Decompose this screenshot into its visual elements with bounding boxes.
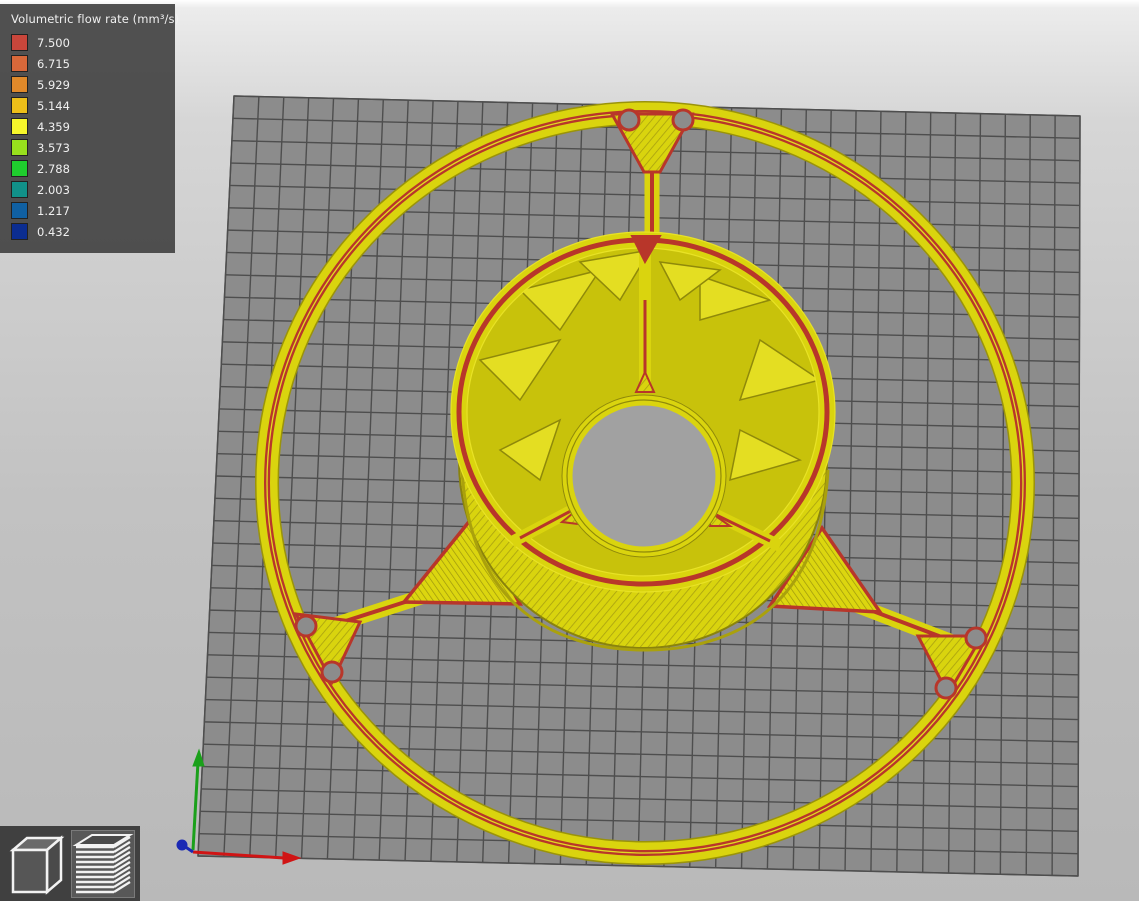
legend-color-swatch — [11, 55, 28, 72]
legend-color-swatch — [11, 139, 28, 156]
3d-view-button[interactable] — [3, 830, 67, 898]
legend-value: 4.359 — [37, 119, 70, 134]
legend-item: 0.432 — [11, 221, 175, 242]
legend-value: 1.217 — [37, 203, 70, 218]
legend-color-swatch — [11, 97, 28, 114]
legend-item: 3.573 — [11, 137, 175, 158]
layers-stack-icon — [72, 834, 134, 894]
legend-color-swatch — [11, 223, 28, 240]
legend-color-swatch — [11, 160, 28, 177]
legend-value: 6.715 — [37, 56, 70, 71]
legend-item: 1.217 — [11, 200, 175, 221]
legend-value: 2.003 — [37, 182, 70, 197]
legend-item: 2.003 — [11, 179, 175, 200]
legend-item: 2.788 — [11, 158, 175, 179]
legend-color-swatch — [11, 181, 28, 198]
legend-title: Volumetric flow rate (mm³/s) — [11, 12, 180, 26]
view-mode-toolbar — [0, 826, 140, 901]
legend-value: 7.500 — [37, 35, 70, 50]
legend-value: 2.788 — [37, 161, 70, 176]
cube-icon — [9, 835, 65, 895]
legend-value: 0.432 — [37, 224, 70, 239]
legend-item: 4.359 — [11, 116, 175, 137]
legend-value: 5.144 — [37, 98, 70, 113]
legend-item: 5.929 — [11, 74, 175, 95]
center-ring — [561, 394, 727, 558]
legend-value: 5.929 — [37, 77, 70, 92]
legend-color-swatch — [11, 202, 28, 219]
flow-rate-legend: Volumetric flow rate (mm³/s) 7.500 6.715 5… — [0, 4, 180, 253]
legend-item: 6.715 — [11, 53, 175, 74]
legend-color-swatch — [11, 118, 28, 135]
layers-view-button[interactable] — [71, 830, 135, 898]
legend-color-swatch — [11, 34, 28, 51]
legend-color-swatch — [11, 76, 28, 93]
legend-value: 3.573 — [37, 140, 70, 155]
legend-item: 5.144 — [11, 95, 175, 116]
legend-item: 7.500 — [11, 32, 175, 53]
